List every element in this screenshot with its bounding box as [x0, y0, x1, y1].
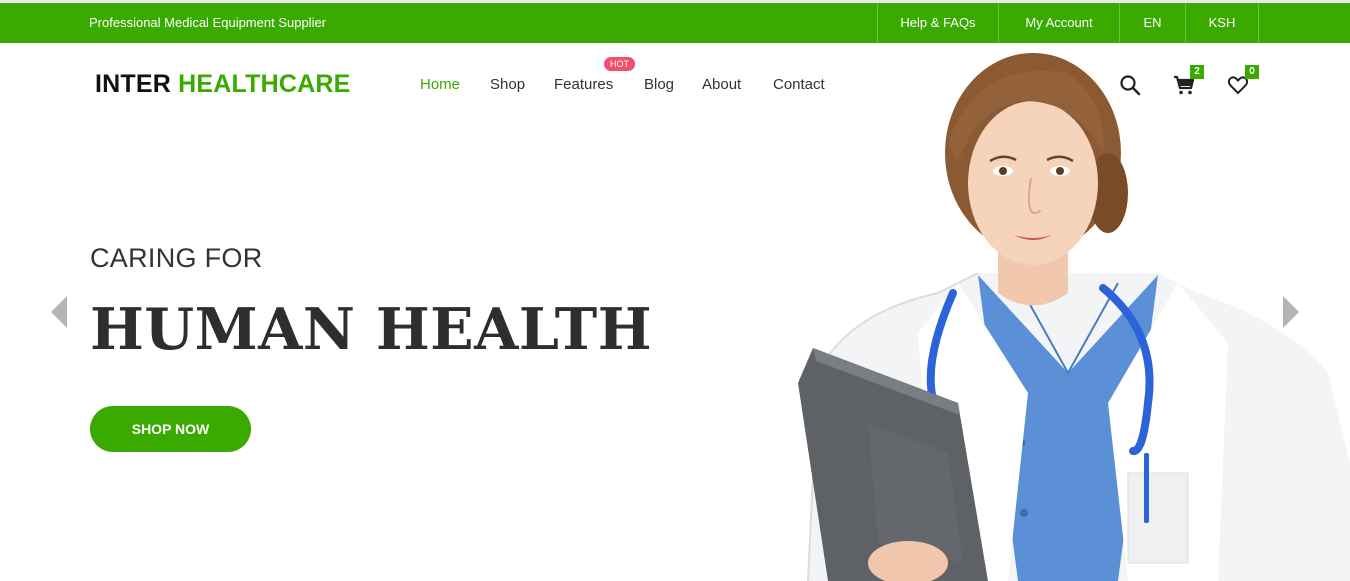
- help-faqs-link[interactable]: Help & FAQs: [877, 3, 998, 43]
- logo-text-accent: HEALTHCARE: [178, 70, 351, 98]
- nav-blog[interactable]: Blog: [644, 76, 674, 93]
- nav-home[interactable]: Home: [420, 76, 460, 93]
- language-selector[interactable]: EN: [1119, 3, 1185, 43]
- slider-prev-arrow-icon[interactable]: [50, 296, 68, 328]
- top-bar: Professional Medical Equipment Supplier …: [0, 3, 1350, 43]
- nav-shop[interactable]: Shop: [490, 76, 525, 93]
- slider-next-arrow-icon[interactable]: [1282, 296, 1300, 328]
- nav-about[interactable]: About: [702, 76, 741, 93]
- top-nav: Help & FAQs My Account EN KSH: [877, 3, 1259, 43]
- cart-count-badge: 2: [1190, 65, 1204, 79]
- my-account-link[interactable]: My Account: [998, 3, 1119, 43]
- wishlist-count-badge: 0: [1245, 65, 1259, 79]
- search-icon[interactable]: [1118, 73, 1142, 97]
- hot-badge: HOT: [604, 57, 635, 71]
- site-logo[interactable]: INTER HEALTHCARE: [95, 70, 351, 99]
- currency-selector[interactable]: KSH: [1185, 3, 1259, 43]
- nav-features[interactable]: Features: [554, 76, 613, 93]
- shop-now-button[interactable]: SHOP NOW: [90, 406, 251, 452]
- tagline: Professional Medical Equipment Supplier: [89, 15, 327, 30]
- hero-doctor-image: [798, 53, 1350, 581]
- hero-title: HUMAN HEALTH: [90, 296, 653, 363]
- logo-text-main: INTER: [95, 70, 171, 98]
- hero-subtitle: CARING FOR: [90, 243, 263, 273]
